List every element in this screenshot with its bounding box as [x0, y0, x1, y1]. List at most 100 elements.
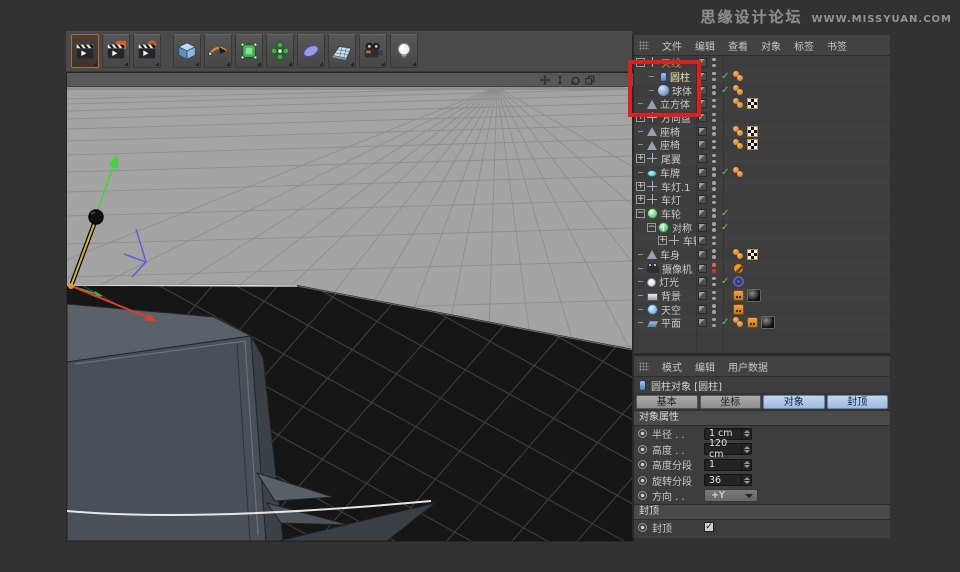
keyframe-circle-icon[interactable]: [638, 444, 647, 454]
object-row-4[interactable]: + 方向盘: [634, 111, 890, 125]
layer-color-icon[interactable]: [698, 181, 707, 191]
object-row-15[interactable]: 摄像机: [634, 261, 890, 276]
visibility-dots[interactable]: [712, 57, 716, 68]
enabled-check-icon[interactable]: ✓: [721, 208, 729, 219]
am-menu-item-2[interactable]: 用户数据: [728, 359, 768, 374]
material-preview-ball[interactable]: [747, 289, 761, 303]
visibility-dots[interactable]: [712, 85, 716, 95]
collapse-toggle-icon[interactable]: −: [636, 208, 645, 218]
phong-tag-icon[interactable]: [733, 139, 744, 150]
object-row-19[interactable]: 平面 ✓: [634, 316, 890, 330]
render-picture-viewer-button[interactable]: [102, 34, 130, 68]
visibility-dots[interactable]: [712, 304, 716, 314]
layer-color-icon[interactable]: [698, 318, 707, 328]
floor-environment-button[interactable]: [328, 34, 356, 68]
layer-color-icon[interactable]: [698, 263, 707, 273]
tab-坐标[interactable]: 坐标: [699, 395, 761, 409]
object-row-16[interactable]: 灯光 ✓: [634, 275, 890, 289]
visibility-dots[interactable]: [712, 249, 716, 259]
keyframe-circle-icon[interactable]: [638, 491, 647, 501]
texture-tag-icon[interactable]: [747, 125, 758, 137]
stepper-arrows-icon[interactable]: [741, 428, 751, 439]
texture-tag-icon[interactable]: [747, 98, 758, 110]
stepper-arrows-icon[interactable]: [741, 475, 751, 486]
om-menu-item-0[interactable]: 文件: [662, 38, 682, 53]
object-row-7[interactable]: + 尾翼: [634, 151, 890, 166]
texture-tag-icon[interactable]: [747, 139, 758, 151]
enabled-check-icon[interactable]: ✓: [721, 317, 729, 328]
object-row-0[interactable]: − 天线: [634, 56, 890, 70]
visibility-dots[interactable]: [712, 317, 716, 328]
visibility-dots[interactable]: [712, 222, 716, 232]
protection-tag-icon[interactable]: [733, 262, 744, 274]
visibility-dots[interactable]: [712, 181, 716, 191]
expand-toggle-icon[interactable]: +: [636, 195, 645, 205]
object-row-12[interactable]: − 对称 ✓: [634, 220, 890, 235]
layer-color-icon[interactable]: [698, 208, 707, 218]
keyframe-circle-icon[interactable]: [638, 429, 647, 439]
spline-pen-button[interactable]: [204, 34, 232, 68]
array-generator-button[interactable]: [266, 34, 294, 68]
expand-toggle-icon[interactable]: +: [636, 154, 645, 164]
tab-基本[interactable]: 基本: [636, 395, 698, 409]
object-row-6[interactable]: 座椅: [634, 138, 890, 152]
keyframe-circle-icon[interactable]: [638, 522, 647, 532]
phong-tag-icon[interactable]: [733, 125, 744, 137]
visibility-dots[interactable]: [712, 235, 716, 246]
phong-tag-icon[interactable]: [733, 248, 744, 260]
expand-toggle-icon[interactable]: +: [636, 181, 645, 191]
object-row-1[interactable]: 圆柱 ✓: [634, 69, 890, 84]
pan-view-icon[interactable]: [540, 74, 550, 85]
visibility-dots[interactable]: [712, 71, 716, 82]
expand-toggle-icon[interactable]: +: [636, 113, 645, 123]
keyframe-circle-icon[interactable]: [638, 475, 647, 485]
om-menu-item-4[interactable]: 标签: [794, 38, 814, 53]
visibility-dots[interactable]: [712, 290, 716, 301]
compositing-tag-icon[interactable]: [733, 303, 744, 315]
layer-color-icon[interactable]: [698, 249, 707, 259]
object-row-13[interactable]: +车轮: [634, 233, 890, 248]
dropdown-field[interactable]: +Y: [704, 489, 758, 503]
visibility-dots[interactable]: [712, 208, 716, 218]
antenna-sphere[interactable]: [88, 209, 104, 225]
layer-color-icon[interactable]: [698, 85, 707, 95]
zoom-view-icon[interactable]: [555, 74, 565, 85]
layer-color-icon[interactable]: [698, 58, 707, 68]
layer-color-icon[interactable]: [698, 140, 707, 150]
render-settings-button[interactable]: [133, 34, 161, 68]
keyframe-circle-icon[interactable]: [638, 460, 647, 470]
tab-对象[interactable]: 对象: [763, 395, 825, 409]
layer-color-icon[interactable]: [698, 154, 707, 164]
section-header-0[interactable]: 对象属性: [634, 410, 890, 426]
visibility-dots[interactable]: [712, 98, 716, 109]
phong-tag-icon[interactable]: [733, 71, 744, 82]
value-field[interactable]: 36: [704, 474, 752, 487]
stepper-arrows-icon[interactable]: [741, 459, 751, 470]
visibility-dots[interactable]: [712, 263, 716, 273]
phong-tag-icon[interactable]: [733, 98, 744, 109]
layer-color-icon[interactable]: [698, 304, 707, 314]
object-row-2[interactable]: 球体 ✓: [634, 83, 890, 98]
render-view-button[interactable]: [71, 34, 99, 68]
layer-color-icon[interactable]: [698, 236, 707, 246]
checkbox[interactable]: ✓: [704, 522, 714, 533]
object-row-17[interactable]: 背景: [634, 288, 890, 303]
object-row-18[interactable]: 天空: [634, 302, 890, 317]
deformer-button[interactable]: [297, 34, 325, 68]
tab-封顶[interactable]: 封顶: [826, 395, 888, 409]
om-menu-item-3[interactable]: 对象: [761, 38, 781, 53]
object-row-5[interactable]: 座椅: [634, 124, 890, 139]
enabled-check-icon[interactable]: ✓: [721, 222, 729, 233]
enabled-check-icon[interactable]: ✓: [721, 167, 729, 178]
object-row-9[interactable]: + 车灯.1: [634, 179, 890, 194]
object-row-11[interactable]: − 车轮 ✓: [634, 206, 890, 221]
section-header-1[interactable]: 封顶: [634, 503, 890, 520]
collapse-toggle-icon[interactable]: −: [636, 58, 645, 68]
add-primitive-cube-button[interactable]: [173, 34, 201, 68]
panel-grip-icon[interactable]: [639, 40, 649, 50]
layer-color-icon[interactable]: [698, 99, 707, 109]
am-menu-item-1[interactable]: 编辑: [695, 359, 715, 374]
om-menu-item-1[interactable]: 编辑: [695, 38, 715, 53]
layer-color-icon[interactable]: [698, 72, 707, 82]
subdivision-surface-button[interactable]: [235, 34, 263, 68]
